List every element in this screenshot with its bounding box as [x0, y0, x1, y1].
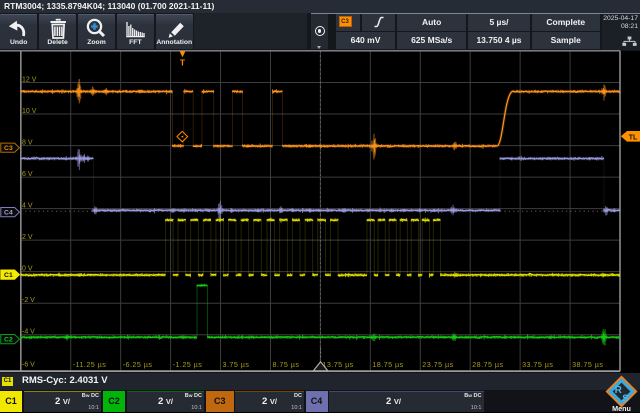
svg-text:8 V: 8 V: [22, 139, 33, 146]
svg-text:0 V: 0 V: [22, 265, 33, 272]
svg-text:-1.25 µs: -1.25 µs: [173, 360, 203, 369]
svg-text:C4: C4: [4, 210, 13, 217]
svg-text:28.75 µs: 28.75 µs: [472, 360, 503, 369]
svg-text:-6.25 µs: -6.25 µs: [123, 360, 153, 369]
svg-text:C1: C1: [4, 272, 13, 279]
svg-text:4 V: 4 V: [22, 202, 33, 209]
svg-text:-6 V: -6 V: [22, 362, 35, 369]
svg-text:38.75 µs: 38.75 µs: [572, 360, 603, 369]
svg-text:6 V: 6 V: [22, 171, 33, 178]
svg-text:2 V: 2 V: [22, 234, 33, 241]
svg-text:13.75 µs: 13.75 µs: [322, 360, 353, 369]
svg-text:S: S: [622, 394, 629, 405]
svg-text:3.75 µs: 3.75 µs: [223, 360, 250, 369]
svg-text:T: T: [180, 58, 186, 68]
svg-text:33.75 µs: 33.75 µs: [522, 360, 553, 369]
svg-text:8.75 µs: 8.75 µs: [273, 360, 300, 369]
svg-text:-2 V: -2 V: [22, 297, 35, 304]
svg-text:10 V: 10 V: [22, 108, 37, 115]
svg-text:-4 V: -4 V: [22, 329, 35, 336]
svg-text:-11.25 µs: -11.25 µs: [73, 360, 107, 369]
svg-text:C3: C3: [4, 145, 13, 152]
svg-text:23.75 µs: 23.75 µs: [422, 360, 453, 369]
svg-text:TL: TL: [629, 134, 638, 141]
svg-text:18.75 µs: 18.75 µs: [372, 360, 403, 369]
svg-text:12 V: 12 V: [22, 76, 37, 83]
svg-text:C2: C2: [4, 337, 13, 344]
